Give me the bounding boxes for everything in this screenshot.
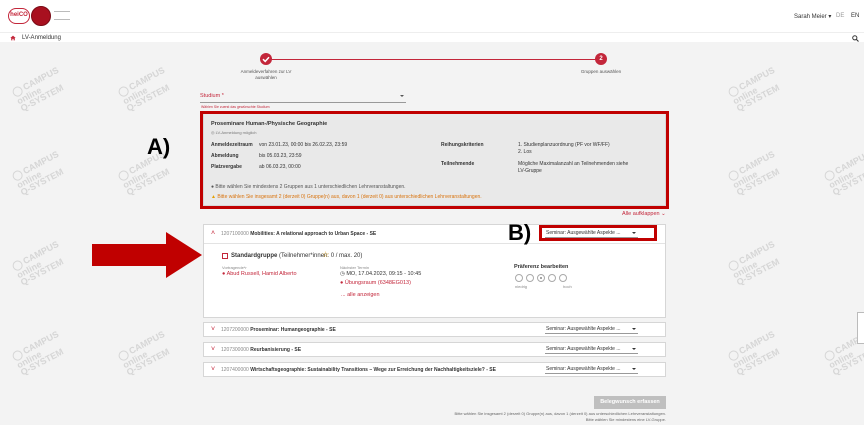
annotation-label-b: B) bbox=[508, 220, 532, 245]
chevron-down-icon[interactable]: ˅ bbox=[211, 326, 217, 333]
watermark: CAMPUS online Q-SYSTEM bbox=[10, 65, 68, 113]
feedback-tab[interactable] bbox=[857, 312, 864, 344]
footer-note: Bitte wählen Sie mindestens eine LV-Grup… bbox=[585, 417, 666, 422]
university-seal-logo bbox=[31, 6, 51, 26]
person-icon: ● bbox=[222, 271, 226, 277]
watermark: CAMPUS online Q-SYSTEM bbox=[10, 239, 68, 287]
course-card: ˅ 1207400000 Wirtschaftsgeographie: Sust… bbox=[203, 362, 666, 377]
stepper-line bbox=[266, 59, 601, 61]
annotation-arrow bbox=[92, 232, 202, 278]
chevron-down-icon: ⌄ bbox=[661, 211, 666, 217]
footer-note: Bitte wählen Sie insgesamt 2 (derzeit 0)… bbox=[454, 411, 666, 416]
lecturer-link[interactable]: ● Abud Russell, Hamid Alberto bbox=[222, 271, 297, 277]
watermark: CAMPUS online Q-SYSTEM bbox=[726, 149, 784, 197]
page-title: LV-Anmeldung bbox=[22, 35, 61, 41]
next-date-label: Nächster Termin bbox=[340, 265, 370, 270]
check-icon bbox=[262, 56, 270, 63]
preference-title: Präferenz bearbeiten bbox=[514, 264, 569, 270]
group-title[interactable]: Standardgruppe (Teilnehmer*innen: 0 / ma… bbox=[231, 253, 362, 259]
course-card: ˅ 1207300000 Reurbanisierung - SE Semina… bbox=[203, 342, 666, 357]
annotation-box-b bbox=[539, 225, 657, 241]
home-icon[interactable] bbox=[10, 35, 16, 41]
course-card: ˅ 1207200000 Proseminar: Humangeographie… bbox=[203, 322, 666, 337]
heico-logo[interactable]: heiCO bbox=[8, 8, 30, 24]
watermark: CAMPUS online Q-SYSTEM bbox=[726, 65, 784, 113]
preference-radio[interactable] bbox=[537, 274, 545, 282]
watermark: CAMPUS online Q-SYSTEM bbox=[822, 149, 864, 197]
star-icon[interactable]: ☆ bbox=[322, 251, 329, 259]
chevron-down-icon[interactable]: ˅ bbox=[211, 366, 217, 373]
divider bbox=[204, 243, 665, 244]
chevron-up-icon[interactable]: ˄ bbox=[211, 230, 217, 237]
course-title[interactable]: 1207400000 Wirtschaftsgeographie: Sustai… bbox=[221, 367, 496, 373]
step-2-indicator: 2 bbox=[595, 53, 607, 65]
preference-radio[interactable] bbox=[559, 274, 567, 282]
expand-all-link[interactable]: Alle aufklappen ⌄ bbox=[622, 211, 666, 217]
preference-radio[interactable] bbox=[526, 274, 534, 282]
lecturer-label: Vortragende*r bbox=[222, 265, 247, 270]
show-all-dates-link[interactable]: ... alle anzeigen bbox=[341, 292, 380, 298]
annotation-label-a: A) bbox=[147, 134, 171, 159]
language-en[interactable]: EN bbox=[851, 13, 859, 19]
step-1-indicator[interactable] bbox=[260, 53, 272, 65]
course-title[interactable]: 1207100000 Mobilities: A relational appr… bbox=[221, 231, 376, 237]
course-title[interactable]: 1207300000 Reurbanisierung - SE bbox=[221, 347, 301, 353]
university-wordmark-logo bbox=[54, 11, 70, 20]
watermark: CAMPUS online Q-SYSTEM bbox=[10, 329, 68, 377]
group-checkbox[interactable] bbox=[222, 253, 228, 259]
watermark: CAMPUS online Q-SYSTEM bbox=[116, 329, 174, 377]
watermark: CAMPUS online Q-SYSTEM bbox=[10, 149, 68, 197]
location-pin-icon: ● bbox=[340, 280, 344, 286]
preference-radio[interactable] bbox=[515, 274, 523, 282]
preference-high-label: hoch bbox=[563, 284, 572, 289]
studium-help-text: Wählen Sie zuerst das gewünschte Studium bbox=[201, 105, 270, 109]
language-de[interactable]: DE bbox=[836, 13, 844, 19]
course-type-select[interactable]: Seminar: Ausgewählte Aspekte ... bbox=[545, 345, 638, 354]
studium-select[interactable]: Studium * bbox=[200, 90, 406, 103]
clock-icon: ◷ bbox=[340, 271, 345, 277]
preference-radio[interactable] bbox=[548, 274, 556, 282]
submit-registration-button[interactable]: Belegwunsch erfassen bbox=[594, 396, 666, 409]
chevron-down-icon[interactable]: ˅ bbox=[211, 346, 217, 353]
course-title[interactable]: 1207200000 Proseminar: Humangeographie -… bbox=[221, 327, 336, 333]
caret-down-icon bbox=[400, 95, 404, 97]
course-type-select[interactable]: Seminar: Ausgewählte Aspekte ... bbox=[545, 325, 638, 334]
course-type-select[interactable]: Seminar: Ausgewählte Aspekte ... bbox=[545, 365, 638, 374]
annotation-box-a bbox=[200, 111, 669, 209]
studium-label: Studium * bbox=[200, 93, 224, 99]
search-icon[interactable] bbox=[852, 35, 859, 42]
watermark: CAMPUS online Q-SYSTEM bbox=[726, 239, 784, 287]
preference-low-label: niedrig bbox=[515, 284, 528, 289]
room-link[interactable]: ● Übungsraum (6348EG013) bbox=[340, 280, 411, 286]
user-menu[interactable]: Sarah Meier ▾ bbox=[794, 13, 831, 20]
watermark: CAMPUS online Q-SYSTEM bbox=[116, 65, 174, 113]
step-2-label: Gruppen auswählen bbox=[580, 69, 622, 74]
next-date: ◷ MO, 17.04.2023, 09:15 - 10:45 bbox=[340, 271, 422, 277]
breadcrumb-bar: LV-Anmeldung bbox=[0, 32, 864, 42]
step-1-label: Anmeldeverfahren zur LV auswählen bbox=[240, 69, 292, 80]
watermark: CAMPUS online Q-SYSTEM bbox=[726, 329, 784, 377]
top-bar: heiCO Sarah Meier ▾ DE EN bbox=[0, 0, 864, 32]
